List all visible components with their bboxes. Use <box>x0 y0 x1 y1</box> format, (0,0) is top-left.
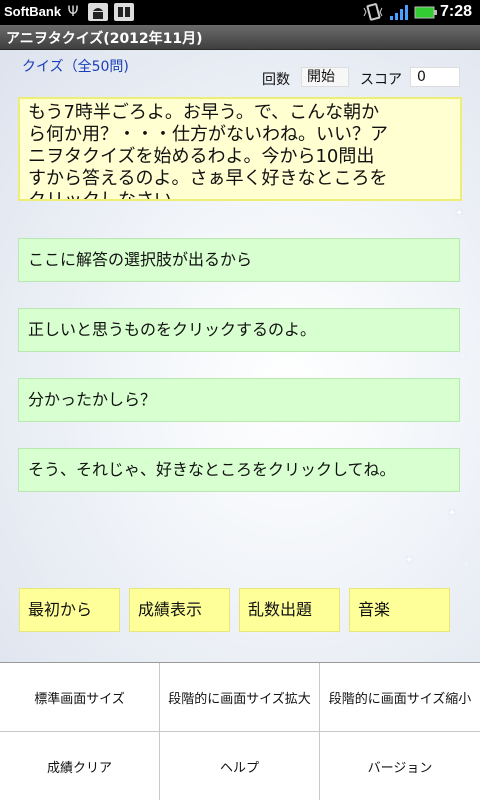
signal-icon <box>388 3 410 21</box>
usb-icon: Ψ <box>67 4 79 20</box>
status-bar: SoftBank Ψ 7:28 <box>0 0 480 25</box>
sparkle-decoration: ✦ <box>448 508 457 519</box>
quiz-screen: ✦ ✦ ✧ ✦ ✧ ✦ クイズ（全50問) 回数 開始 スコア 0 もう7時半ご… <box>0 50 480 662</box>
message-line: ら何か用？・・・仕方がないわね。いい？ア <box>28 124 388 145</box>
answer-choice-1[interactable]: ここに解答の選択肢が出るから <box>18 238 460 282</box>
app-title-bar: アニヲタクイズ(2012年11月) <box>0 25 480 50</box>
message-box: もう7時半ごろよ。お早う。で、こんな朝か ら何か用？・・・仕方がないわね。いい？… <box>18 97 462 201</box>
sparkle-decoration: ✧ <box>462 560 471 571</box>
sparkle-decoration: ✦ <box>455 208 464 219</box>
message-line: ニヲタクイズを始めるわよ。今から10問出 <box>28 146 375 167</box>
music-button[interactable]: 音楽 <box>349 588 450 632</box>
sparkle-decoration: ✧ <box>458 352 467 363</box>
sparkle-decoration: ✦ <box>405 555 414 566</box>
message-line: もう7時半ごろよ。お早う。で、こんな朝か <box>28 102 380 123</box>
menu-clear-score[interactable]: 成績クリア <box>0 732 160 800</box>
round-label: 回数 <box>262 72 290 88</box>
restart-button[interactable]: 最初から <box>19 588 120 632</box>
options-menu: 標準画面サイズ 段階的に画面サイズ拡大 段階的に画面サイズ縮小 成績クリア ヘル… <box>0 662 480 800</box>
score-value: 0 <box>410 67 460 87</box>
menu-standard-size[interactable]: 標準画面サイズ <box>0 663 160 732</box>
menu-help[interactable]: ヘルプ <box>160 732 320 800</box>
answer-choice-2[interactable]: 正しいと思うものをクリックするのよ。 <box>18 308 460 352</box>
answer-choice-4[interactable]: そう、それじゃ、好きなところをクリックしてね。 <box>18 448 460 492</box>
show-score-button[interactable]: 成績表示 <box>129 588 230 632</box>
carrier-name: SoftBank <box>4 4 62 19</box>
sd-card-icon <box>114 3 134 21</box>
app-title: アニヲタクイズ(2012年11月) <box>6 31 203 47</box>
round-value: 開始 <box>301 67 349 87</box>
clock: 7:28 <box>439 3 472 20</box>
android-icon <box>88 3 108 21</box>
score-label: スコア <box>360 72 402 88</box>
message-line: すから答えるのよ。さぁ早く好きなところを <box>28 168 388 189</box>
message-line: クリックしなさい。 <box>28 190 190 201</box>
quiz-title: クイズ（全50問) <box>22 59 129 75</box>
answer-choice-3[interactable]: 分かったかしら？ <box>18 378 460 422</box>
battery-icon <box>414 3 438 21</box>
random-question-button[interactable]: 乱数出題 <box>239 588 340 632</box>
menu-version[interactable]: バージョン <box>320 732 480 800</box>
vibrate-icon <box>362 3 384 21</box>
menu-zoom-out[interactable]: 段階的に画面サイズ縮小 <box>320 663 480 732</box>
menu-zoom-in[interactable]: 段階的に画面サイズ拡大 <box>160 663 320 732</box>
